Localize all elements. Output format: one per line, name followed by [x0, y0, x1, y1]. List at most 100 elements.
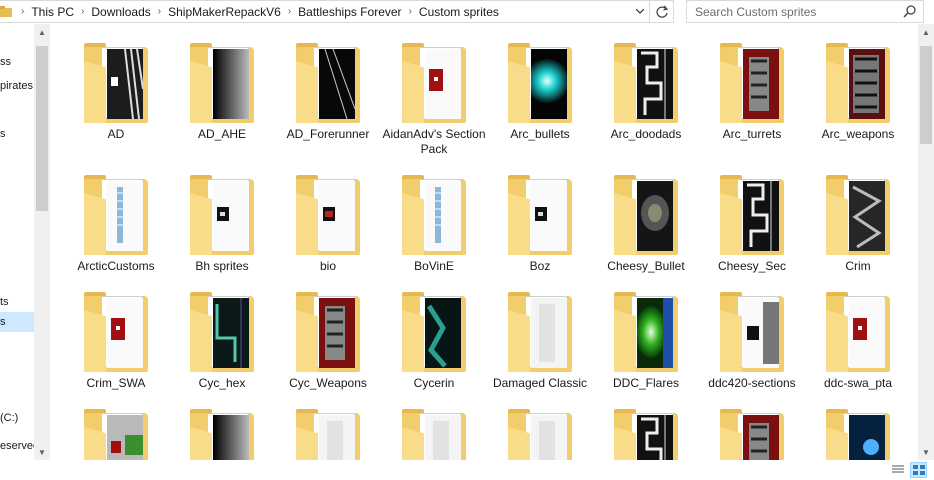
- folder-item[interactable]: Arc_doodads: [594, 43, 698, 175]
- navigation-scrollbar[interactable]: ▲ ▼: [34, 24, 50, 460]
- folder-icon: [720, 43, 784, 123]
- scroll-up-icon[interactable]: ▲: [918, 24, 934, 40]
- folder-item[interactable]: Arc_turrets: [700, 43, 804, 175]
- folder-thumbnail: [637, 181, 673, 251]
- folder-item[interactable]: Cyc_Weapons: [276, 292, 380, 409]
- folder-item[interactable]: Crim_SWA: [64, 292, 168, 409]
- chevron-right-icon[interactable]: ›: [406, 6, 415, 17]
- folder-item[interactable]: Arc_bullets: [488, 43, 592, 175]
- folder-icon: [508, 175, 572, 255]
- chevron-right-icon[interactable]: ›: [155, 6, 164, 17]
- breadcrumb: › This PC › Downloads › ShipMakerRepackV6 › Bat…: [18, 1, 503, 22]
- folder-item[interactable]: BoVinE: [382, 175, 486, 292]
- breadcrumb-item[interactable]: ShipMakerRepackV6: [164, 5, 285, 19]
- breadcrumb-item[interactable]: Custom sprites: [415, 5, 503, 19]
- nav-item[interactable]: s: [0, 124, 34, 144]
- folder-item[interactable]: Arc_weapons: [806, 43, 910, 175]
- folder-icon: [190, 175, 254, 255]
- folder-thumbnail: [107, 181, 143, 251]
- scroll-down-icon[interactable]: ▼: [34, 444, 50, 460]
- folder-item[interactable]: bio: [276, 175, 380, 292]
- folder-item[interactable]: DDC_Flares: [594, 292, 698, 409]
- folder-item[interactable]: Crim: [806, 175, 910, 292]
- search-icon[interactable]: [903, 4, 917, 18]
- folder-label: AD_AHE: [197, 127, 247, 141]
- folder-icon: [190, 292, 254, 372]
- folder-item[interactable]: AD_Forerunner: [276, 43, 380, 175]
- folder-thumbnail: [213, 181, 249, 251]
- folder-item[interactable]: [700, 409, 804, 460]
- folder-icon: [826, 175, 890, 255]
- folder-thumbnail: [525, 49, 569, 119]
- folder-icon: [190, 409, 254, 460]
- folder-item[interactable]: Cycerin: [382, 292, 486, 409]
- folder-icon: [508, 43, 572, 123]
- folder-label: ddc420-sections: [708, 376, 796, 390]
- folder-label: Arc_bullets: [510, 127, 570, 141]
- address-history-dropdown[interactable]: [631, 1, 649, 22]
- folder-item[interactable]: [594, 409, 698, 460]
- scroll-down-icon[interactable]: ▼: [918, 444, 934, 460]
- folder-thumbnail: [743, 298, 779, 368]
- folder-label: Arc_turrets: [722, 127, 782, 141]
- folder-icon: [84, 175, 148, 255]
- folder-item[interactable]: Boz: [488, 175, 592, 292]
- details-view-button[interactable]: [889, 462, 906, 478]
- folder-thumbnail: [319, 181, 355, 251]
- folder-thumbnail: [319, 48, 356, 120]
- scrollbar-thumb[interactable]: [36, 46, 48, 211]
- nav-item[interactable]: (C:): [0, 408, 34, 428]
- folder-item[interactable]: Cheesy_Bullet: [594, 175, 698, 292]
- nav-item[interactable]: pirates: [0, 76, 34, 96]
- folder-item[interactable]: [170, 409, 274, 460]
- folder-icon: [508, 292, 572, 372]
- folder-thumbnail: [531, 181, 567, 251]
- breadcrumb-item[interactable]: Downloads: [87, 5, 154, 19]
- folder-item[interactable]: [806, 409, 910, 460]
- folder-item[interactable]: [488, 409, 592, 460]
- folder-thumbnail: [849, 298, 885, 368]
- refresh-button[interactable]: [650, 0, 674, 23]
- search-box[interactable]: Search Custom sprites: [686, 0, 924, 23]
- folder-item[interactable]: [276, 409, 380, 460]
- folder-item[interactable]: Cyc_hex: [170, 292, 274, 409]
- folder-item[interactable]: ArcticCustoms: [64, 175, 168, 292]
- scroll-up-icon[interactable]: ▲: [34, 24, 50, 40]
- content-scrollbar[interactable]: ▲ ▼: [918, 24, 934, 460]
- chevron-right-icon[interactable]: ›: [285, 6, 294, 17]
- folder-label: AD_Forerunner: [286, 127, 370, 141]
- folder-thumbnail: [319, 415, 355, 460]
- chevron-right-icon[interactable]: ›: [78, 6, 87, 17]
- folder-item[interactable]: Damaged Classic: [488, 292, 592, 409]
- folder-icon: [402, 409, 466, 460]
- address-bar[interactable]: › This PC › Downloads › ShipMakerRepackV6 › Bat…: [0, 0, 650, 23]
- folder-label: Cheesy_Bullet: [607, 259, 685, 273]
- nav-item[interactable]: ts: [0, 292, 34, 312]
- folder-thumbnail: [107, 415, 143, 460]
- folder-label: Cheesy_Sec: [717, 259, 787, 273]
- chevron-right-icon[interactable]: ›: [18, 6, 27, 17]
- folder-label: Arc_doodads: [610, 127, 682, 141]
- folder-item[interactable]: ddc-swa_pta: [806, 292, 910, 409]
- folder-icon: [0, 3, 14, 21]
- folder-item[interactable]: Bh sprites: [170, 175, 274, 292]
- folder-item[interactable]: [382, 409, 486, 460]
- breadcrumb-item[interactable]: This PC: [27, 5, 78, 19]
- folder-thumbnail: [531, 415, 567, 460]
- folder-icon: [720, 175, 784, 255]
- folder-item[interactable]: AD: [64, 43, 168, 175]
- folder-item[interactable]: Cheesy_Sec: [700, 175, 804, 292]
- folder-thumbnail: [849, 181, 885, 251]
- nav-item[interactable]: ss: [0, 52, 34, 72]
- breadcrumb-item[interactable]: Battleships Forever: [294, 5, 405, 19]
- folder-label: ArcticCustoms: [77, 259, 155, 273]
- folder-item[interactable]: ddc420-sections: [700, 292, 804, 409]
- nav-item[interactable]: s: [0, 312, 34, 332]
- folder-item[interactable]: [64, 409, 168, 460]
- folder-item[interactable]: AidanAdv's Section Pack: [382, 43, 486, 175]
- nav-item[interactable]: eserved: [0, 436, 34, 456]
- large-icons-view-button[interactable]: [910, 462, 927, 478]
- folder-icon: [826, 409, 890, 460]
- scrollbar-thumb[interactable]: [920, 46, 932, 144]
- folder-item[interactable]: AD_AHE: [170, 43, 274, 175]
